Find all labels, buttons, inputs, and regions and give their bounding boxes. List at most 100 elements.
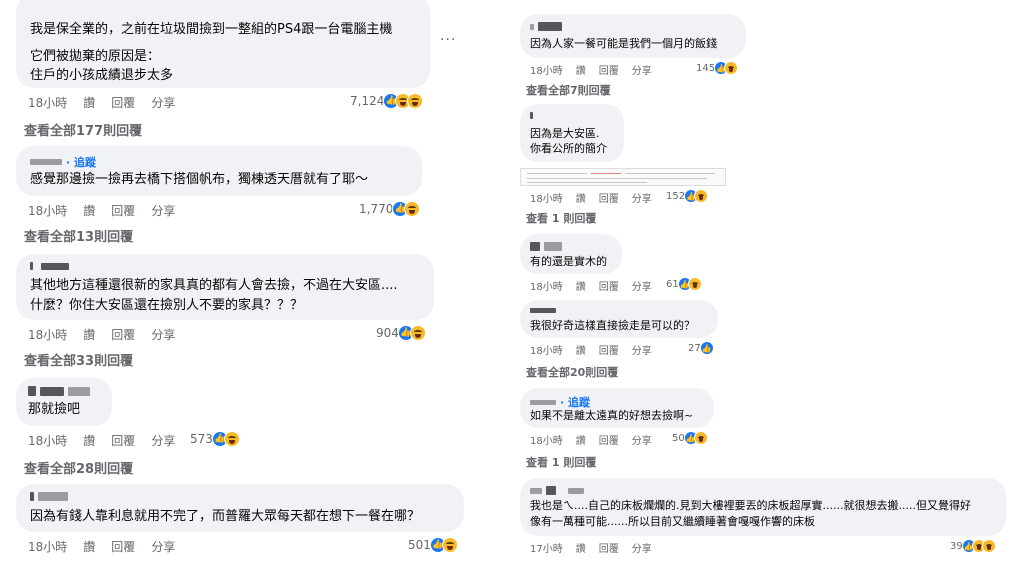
comment-time[interactable]: 18小時	[28, 326, 67, 343]
reply-button[interactable]: 回覆	[111, 94, 135, 111]
left-comments-column: 我是保全業的，之前在垃圾間撿到一整組的PS4跟一台電腦主機 它們被拋棄的原因是：…	[0, 0, 470, 576]
attached-screenshot-image[interactable]	[520, 168, 726, 186]
commenter-name[interactable]: · 追蹤	[30, 154, 96, 170]
comment: · 追蹤 如果不是離太遠真的好想去撿啊~ 18小時 讚 回覆 分享 50 👍 查…	[516, 388, 1024, 472]
comment-text: 因為人家一餐可能是我們一個月的飯錢	[530, 37, 717, 50]
comment-actions: 17小時 讚 回覆 分享	[530, 540, 665, 555]
view-replies-link[interactable]: 查看全部28則回覆	[24, 458, 133, 477]
haha-reaction-icon	[404, 201, 421, 217]
comment-text: 我也是ㄟ....自己的床板爛爛的.見到大樓裡要丟的床板超厚實......就很想去…	[530, 499, 971, 512]
commenter-name[interactable]	[30, 262, 69, 270]
view-replies-link[interactable]: 查看全部7則回覆	[526, 82, 611, 98]
comment-text: 它們被拋棄的原因是：	[30, 49, 161, 64]
view-replies-link[interactable]: 查看全部33則回覆	[24, 350, 133, 369]
like-button[interactable]: 讚	[576, 62, 586, 77]
share-button[interactable]: 分享	[632, 432, 652, 447]
share-button[interactable]: 分享	[151, 202, 175, 219]
share-button[interactable]: 分享	[151, 538, 175, 555]
reply-button[interactable]: 回覆	[111, 538, 135, 555]
reaction-count: 145	[696, 62, 716, 74]
reply-button[interactable]: 回覆	[599, 342, 619, 357]
share-button[interactable]: 分享	[632, 62, 652, 77]
comment-time[interactable]: 18小時	[530, 278, 563, 293]
reply-button[interactable]: 回覆	[111, 432, 135, 449]
comment-bubble: 我很好奇這樣直接撿走是可以的？	[520, 300, 718, 338]
comment-text: 像有一萬種可能......所以目前又繼續睡著會嘎嘎作響的床板	[530, 515, 815, 528]
reaction-summary[interactable]: 152 👍	[666, 189, 709, 203]
more-options-icon[interactable]: ···	[440, 32, 456, 48]
reply-button[interactable]: 回覆	[599, 432, 619, 447]
comment: 那就撿吧 18小時 讚 回覆 分享 573 👍 查看全部28則回覆	[0, 378, 470, 478]
comment: 其他地方這種還很新的家具真的都有人會去撿，不過在大安區.... 什麼？你住大安區…	[0, 254, 470, 372]
reaction-summary[interactable]: 1,770 👍	[359, 201, 421, 217]
view-replies-link[interactable]: 查看全部20則回覆	[526, 364, 618, 380]
reaction-summary[interactable]: 904 👍	[376, 325, 426, 341]
commenter-name[interactable]	[30, 492, 68, 501]
reaction-summary[interactable]: 7,124 👍	[350, 93, 424, 109]
comment: 有的還是實木的 18小時 讚 回覆 分享 61 👍	[516, 234, 1024, 296]
share-button[interactable]: 分享	[151, 326, 175, 343]
like-button[interactable]: 讚	[576, 278, 586, 293]
share-button[interactable]: 分享	[632, 190, 652, 205]
like-button[interactable]: 讚	[83, 94, 95, 111]
commenter-name[interactable]	[28, 386, 90, 396]
view-replies-link[interactable]: 查看全部177則回覆	[24, 120, 142, 139]
reaction-count: 904	[376, 326, 399, 340]
reaction-summary[interactable]: 61 👍	[666, 277, 702, 291]
comment-bubble: 我是保全業的，之前在垃圾間撿到一整組的PS4跟一台電腦主機 它們被拋棄的原因是：…	[16, 0, 430, 88]
reply-button[interactable]: 回覆	[111, 326, 135, 343]
comment-time[interactable]: 18小時	[530, 342, 563, 357]
like-button[interactable]: 讚	[576, 432, 586, 447]
haha-reaction-icon	[724, 61, 739, 75]
reaction-summary[interactable]: 145 👍	[696, 61, 739, 75]
reply-button[interactable]: 回覆	[599, 278, 619, 293]
comment-time[interactable]: 18小時	[28, 94, 67, 111]
comment-time[interactable]: 18小時	[530, 62, 563, 77]
share-button[interactable]: 分享	[632, 342, 652, 357]
comment-time[interactable]: 18小時	[530, 190, 563, 205]
commenter-name[interactable]	[530, 486, 584, 495]
reaction-summary[interactable]: 501 👍	[408, 537, 458, 553]
reaction-summary[interactable]: 50 👍	[672, 431, 708, 445]
view-replies-link[interactable]: 查看 1 則回覆	[526, 210, 596, 226]
haha-reaction-icon	[409, 325, 426, 341]
comment-time[interactable]: 18小時	[530, 432, 563, 447]
commenter-name[interactable]	[530, 242, 562, 251]
like-button[interactable]: 讚	[83, 326, 95, 343]
reply-button[interactable]: 回覆	[599, 62, 619, 77]
follow-link[interactable]: · 追蹤	[66, 154, 96, 170]
commenter-name[interactable]	[530, 112, 533, 119]
share-button[interactable]: 分享	[632, 540, 652, 555]
like-button[interactable]: 讚	[576, 190, 586, 205]
reaction-count: 39	[950, 540, 963, 552]
like-button[interactable]: 讚	[83, 202, 95, 219]
commenter-name[interactable]	[530, 308, 556, 313]
comment-time[interactable]: 17小時	[530, 540, 563, 555]
reaction-count: 7,124	[350, 94, 385, 108]
reaction-summary[interactable]: 27 👍	[688, 341, 714, 355]
reaction-summary[interactable]: 39 👍	[950, 539, 996, 553]
like-button[interactable]: 讚	[83, 538, 95, 555]
comment-time[interactable]: 18小時	[28, 202, 67, 219]
commenter-name[interactable]	[530, 22, 562, 31]
reaction-count: 1,770	[359, 202, 394, 216]
reply-button[interactable]: 回覆	[599, 540, 619, 555]
reaction-count: 501	[408, 538, 431, 552]
comment-time[interactable]: 18小時	[28, 538, 67, 555]
reply-button[interactable]: 回覆	[599, 190, 619, 205]
haha-reaction-icon	[694, 189, 709, 203]
comment-text: 因為有錢人靠利息就用不完了，而普羅大眾每天都在想下一餐在哪？	[30, 509, 421, 524]
comment-time[interactable]: 18小時	[28, 432, 67, 449]
view-replies-link[interactable]: 查看 1 則回覆	[526, 454, 596, 470]
wow-reaction-icon	[981, 539, 996, 553]
share-button[interactable]: 分享	[151, 94, 175, 111]
share-button[interactable]: 分享	[632, 278, 652, 293]
like-button[interactable]: 讚	[576, 342, 586, 357]
view-replies-link[interactable]: 查看全部13則回覆	[24, 226, 133, 245]
comment: 我也是ㄟ....自己的床板爛爛的.見到大樓裡要丟的床板超厚實......就很想去…	[516, 478, 1024, 576]
reaction-summary[interactable]: 573 👍	[190, 431, 240, 447]
like-button[interactable]: 讚	[83, 432, 95, 449]
like-button[interactable]: 讚	[576, 540, 586, 555]
share-button[interactable]: 分享	[151, 432, 175, 449]
reply-button[interactable]: 回覆	[111, 202, 135, 219]
